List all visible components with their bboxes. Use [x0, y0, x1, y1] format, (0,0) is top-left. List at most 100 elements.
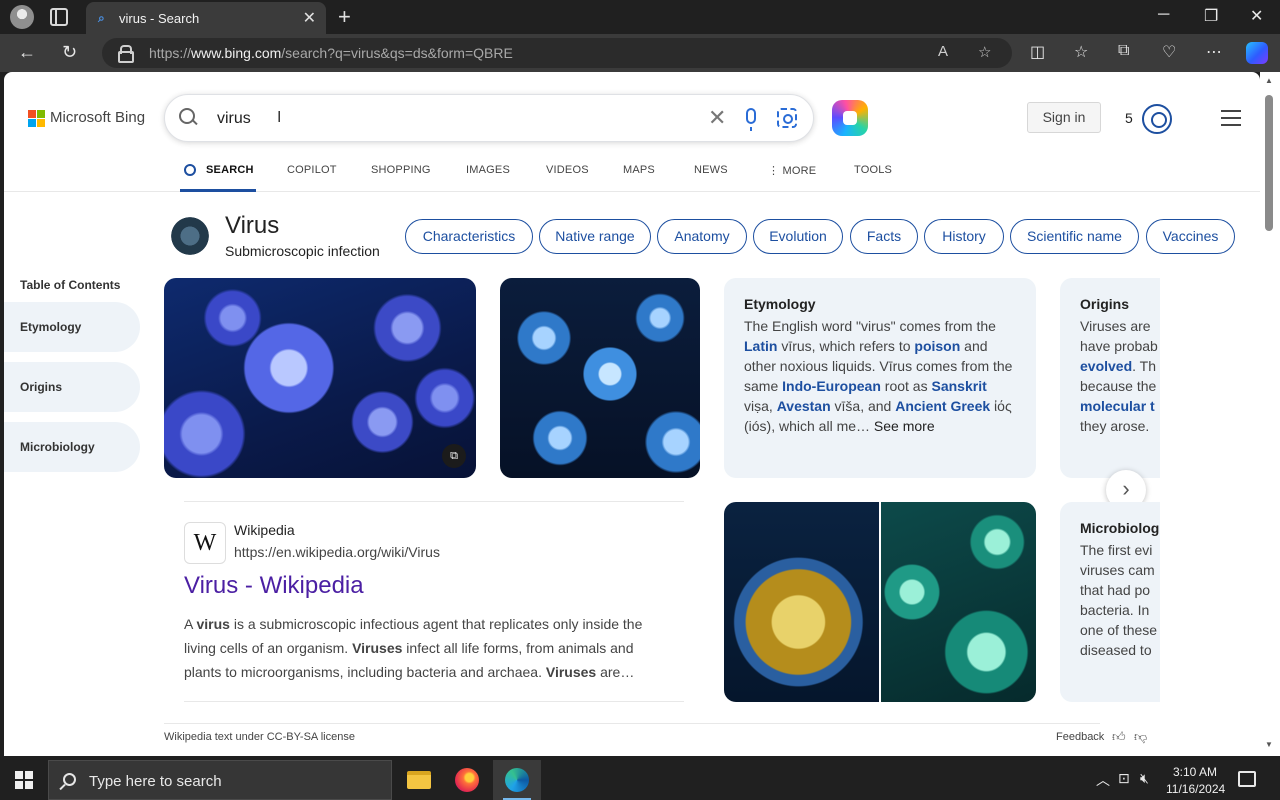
window-close-icon[interactable]: ✕ [1250, 6, 1263, 26]
edge-app[interactable] [493, 760, 541, 800]
favorite-star-icon[interactable]: ☆ [978, 43, 991, 61]
url-text[interactable]: https://www.bing.com/search?q=virus&qs=d… [149, 45, 513, 61]
pill-anatomy[interactable]: Anatomy [657, 219, 747, 254]
collections-icon[interactable]: ⧉ [1118, 42, 1129, 60]
network-icon[interactable]: ⊡ [1118, 770, 1130, 787]
copilot-sidebar-icon[interactable] [1246, 42, 1268, 64]
tab-videos[interactable]: VIDEOS [546, 164, 589, 176]
feedback-link[interactable]: Feedback [1056, 731, 1104, 743]
minimize-icon[interactable]: ─ [1158, 6, 1169, 24]
volume-muted-icon[interactable]: 🔇︎ [1140, 770, 1149, 787]
toc-item-microbiology[interactable]: Microbiology [4, 422, 140, 472]
toc-item-origins[interactable]: Origins [4, 362, 140, 412]
link-evolved[interactable]: evolved [1080, 358, 1132, 374]
virus-thumbnail[interactable] [168, 214, 212, 258]
search-box[interactable]: I ✕ [164, 94, 814, 142]
pill-history[interactable]: History [924, 219, 1004, 254]
etymology-card[interactable]: Etymology The English word "virus" comes… [724, 278, 1036, 478]
see-more-link[interactable]: See more [874, 418, 935, 434]
result-url[interactable]: https://en.wikipedia.org/wiki/Virus [234, 544, 440, 560]
origins-card[interactable]: Origins Viruses are have probab evolved. T… [1060, 278, 1160, 478]
tab-search[interactable]: SEARCH [184, 164, 254, 176]
microbiology-card-text: The first evi viruses cam that had po bacte… [1080, 542, 1158, 658]
toc-item-etymology[interactable]: Etymology [4, 302, 140, 352]
back-icon[interactable]: ← [18, 42, 36, 63]
wikipedia-logo-icon[interactable]: W [184, 522, 226, 564]
menu-icon[interactable] [1221, 110, 1241, 126]
scroll-up-icon[interactable]: ▲ [1265, 76, 1273, 85]
link-sanskrit[interactable]: Sanskrit [932, 378, 987, 394]
pill-native-range[interactable]: Native range [539, 219, 651, 254]
windows-start-icon[interactable] [15, 771, 33, 789]
tab-images[interactable]: IMAGES [466, 164, 510, 176]
tab-copilot[interactable]: COPILOT [287, 164, 337, 176]
result-site-name[interactable]: Wikipedia [234, 522, 295, 538]
tab-title: virus - Search [119, 11, 200, 26]
notifications-icon[interactable] [1238, 771, 1256, 787]
browser-tab[interactable]: ⌕ virus - Search ✕ [86, 2, 326, 34]
profile-avatar[interactable] [10, 5, 34, 29]
clear-icon[interactable]: ✕ [708, 105, 726, 131]
tab-close-icon[interactable]: ✕ [303, 8, 316, 28]
pill-evolution[interactable]: Evolution [753, 219, 843, 254]
edge-icon [505, 768, 529, 792]
thumbs-up-icon[interactable]: 👍︎ [1112, 729, 1126, 745]
new-tab-icon[interactable]: + [338, 4, 351, 30]
show-hidden-icons-icon[interactable]: ︿ [1096, 770, 1110, 790]
firefox-app[interactable] [443, 760, 491, 800]
thumbs-down-icon[interactable]: 👎︎ [1134, 729, 1147, 745]
clock-date[interactable]: 11/16/2024 [1166, 782, 1225, 796]
entity-title: Virus [225, 212, 280, 239]
tab-more[interactable]: ⋮ MORE [768, 164, 816, 177]
refresh-icon[interactable]: ↻ [62, 42, 77, 63]
result-title-link[interactable]: Virus - Wikipedia [184, 572, 364, 600]
lock-icon[interactable] [118, 45, 134, 63]
sign-in-button[interactable]: Sign in [1027, 102, 1101, 133]
origins-card-text: Viruses are have probab evolved. Th because… [1080, 318, 1158, 434]
link-ancient-greek[interactable]: Ancient Greek [895, 398, 990, 414]
read-aloud-icon[interactable]: A [938, 43, 948, 60]
rewards-count[interactable]: 5 [1125, 110, 1133, 126]
pill-vaccines[interactable]: Vaccines [1146, 219, 1235, 254]
rewards-medal-icon[interactable] [1142, 104, 1172, 134]
link-indo-european[interactable]: Indo-European [782, 378, 881, 394]
pill-scientific-name[interactable]: Scientific name [1010, 219, 1139, 254]
pill-characteristics[interactable]: Characteristics [405, 219, 533, 254]
address-bar[interactable]: https://www.bing.com/search?q=virus&qs=d… [102, 38, 1012, 68]
search-icon[interactable] [179, 108, 197, 126]
tab-news[interactable]: NEWS [694, 164, 728, 176]
microsoft-logo-icon[interactable] [28, 110, 45, 127]
link-poison[interactable]: poison [914, 338, 960, 354]
restore-icon[interactable]: ❐ [1204, 6, 1218, 26]
scroll-down-icon[interactable]: ▼ [1265, 740, 1273, 749]
link-molecular[interactable]: molecular t [1080, 398, 1155, 414]
origins-card-title: Origins [1080, 296, 1130, 312]
taskbar-search-box[interactable]: Type here to search [48, 760, 392, 800]
microphone-icon[interactable] [746, 108, 756, 131]
split-screen-icon[interactable]: ◫ [1030, 42, 1045, 62]
virus-image-2[interactable] [500, 278, 700, 478]
scroll-thumb[interactable] [1265, 95, 1273, 231]
visual-search-icon[interactable] [777, 108, 797, 128]
file-explorer-app[interactable] [395, 760, 443, 800]
tab-shopping[interactable]: SHOPPING [371, 164, 431, 176]
virus-image-3[interactable] [724, 502, 879, 702]
tab-actions-icon[interactable] [50, 8, 68, 26]
link-avestan[interactable]: Avestan [777, 398, 831, 414]
virus-image-4[interactable] [881, 502, 1036, 702]
link-latin[interactable]: Latin [744, 338, 777, 354]
microbiology-card[interactable]: Microbiolog The first evi viruses cam that… [1060, 502, 1160, 702]
bing-logo-text[interactable]: Microsoft Bing [50, 109, 145, 126]
copilot-icon[interactable] [832, 100, 868, 136]
favorites-icon[interactable]: ☆ [1074, 42, 1088, 62]
virus-image-1[interactable]: ⧉ [164, 278, 476, 478]
tab-maps[interactable]: MAPS [623, 164, 655, 176]
browser-essentials-icon[interactable]: ♡ [1162, 42, 1176, 62]
more-options-icon[interactable]: ⋯ [1206, 42, 1222, 62]
etymology-card-title: Etymology [744, 296, 816, 312]
clock-time[interactable]: 3:10 AM [1173, 765, 1217, 779]
tab-tools[interactable]: TOOLS [854, 164, 892, 176]
pill-facts[interactable]: Facts [850, 219, 918, 254]
license-text[interactable]: Wikipedia text under CC-BY-SA license [164, 731, 355, 743]
image-gallery-icon[interactable]: ⧉ [442, 444, 466, 468]
